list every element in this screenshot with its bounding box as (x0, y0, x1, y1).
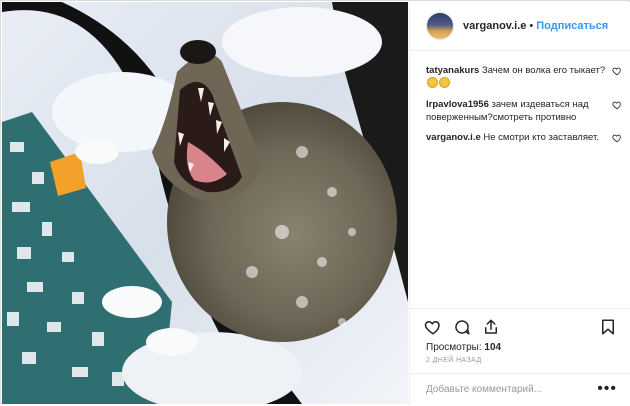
comment-item: lrpavlova1956 зачем издеваться над повер… (426, 98, 622, 124)
emoji-icon (427, 77, 438, 88)
bookmark-icon[interactable] (599, 318, 617, 336)
heart-icon[interactable] (424, 318, 442, 336)
comment-text: Не смотри кто заставляет. (483, 132, 599, 143)
views-number: 104 (484, 342, 502, 353)
separator-dot: • (529, 20, 534, 32)
post-frame: varganov.i.e • Подписаться tatyanakurs З… (0, 0, 630, 404)
share-icon[interactable] (482, 318, 500, 336)
comment-username[interactable]: tatyanakurs (426, 65, 479, 76)
post-video[interactable] (2, 2, 408, 404)
comment-body: lrpavlova1956 зачем издеваться над повер… (426, 98, 608, 124)
more-options-button[interactable]: ••• (597, 380, 617, 398)
heart-icon[interactable] (612, 100, 622, 110)
comment-item: tatyanakurs Зачем он волка его тыкает? (426, 64, 622, 91)
follow-button[interactable]: Подписаться (536, 20, 608, 32)
emoji-icon (439, 77, 450, 88)
post-date: 2 ДНЕЙ НАЗАД (426, 357, 482, 364)
comment-input[interactable]: Добавьте комментарий... (426, 384, 542, 395)
comment-text: Зачем он волка его тыкает? (481, 65, 606, 76)
avatar[interactable] (426, 12, 454, 40)
comment-body: tatyanakurs Зачем он волка его тыкает? (426, 64, 608, 91)
comments-list: tatyanakurs Зачем он волка его тыкает? l… (426, 64, 622, 151)
wolf-photo (2, 2, 408, 404)
post-footer: Просмотры: 104 2 ДНЕЙ НАЗАД Добавьте ком… (410, 308, 630, 405)
action-bar (424, 318, 500, 336)
comment-username[interactable]: lrpavlova1956 (426, 99, 489, 110)
comment-item: varganov.i.e Не смотри кто заставляет. (426, 131, 622, 144)
heart-icon[interactable] (612, 133, 622, 143)
add-comment-bar: Добавьте комментарий... ••• (410, 373, 630, 406)
comment-icon[interactable] (453, 318, 471, 336)
comment-username[interactable]: varganov.i.e (426, 132, 481, 143)
comment-body: varganov.i.e Не смотри кто заставляет. (426, 131, 608, 144)
post-header: varganov.i.e • Подписаться (410, 2, 630, 51)
post-sidebar: varganov.i.e • Подписаться tatyanakurs З… (409, 2, 630, 404)
save-button[interactable] (599, 318, 617, 336)
views-label: Просмотры: (426, 342, 482, 353)
heart-icon[interactable] (612, 66, 622, 76)
post-username[interactable]: varganov.i.e (463, 20, 526, 32)
views-count: Просмотры: 104 (426, 342, 501, 353)
